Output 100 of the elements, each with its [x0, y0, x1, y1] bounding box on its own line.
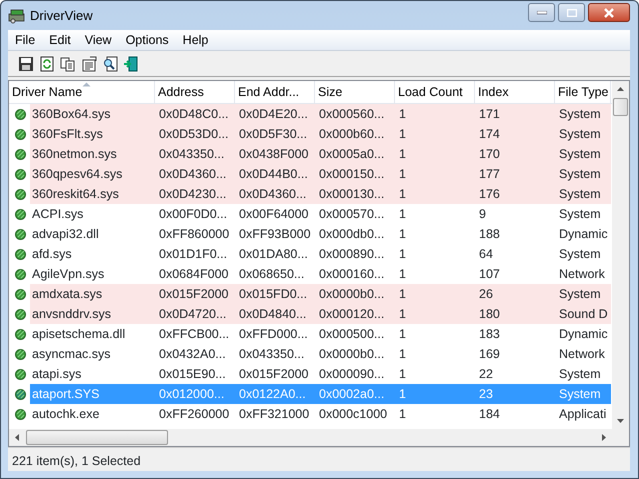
table-cell-text: 1	[398, 246, 407, 263]
minimize-icon	[536, 10, 546, 14]
table-cell-text: Network	[558, 266, 606, 283]
table-cell-text: System	[558, 246, 602, 263]
menu-item[interactable]: File	[8, 30, 42, 50]
table-cell-text: 0x000500...	[318, 326, 386, 343]
table-cell: 360netmon.sys	[30, 144, 155, 164]
table-cell-text: 0x000090...	[318, 366, 386, 383]
properties-icon[interactable]	[81, 56, 97, 72]
table-cell-text: 0x00F64000	[238, 206, 310, 223]
table-cell-text: 188	[478, 226, 501, 243]
table-cell: 0x0D4360...	[155, 164, 235, 184]
driver-icon	[15, 368, 26, 380]
menu-item[interactable]: Help	[176, 30, 216, 50]
table-cell-text: 1	[398, 326, 407, 343]
table-cell: 0x0D4230...	[155, 184, 235, 204]
table-cell: 360FsFlt.sys	[30, 124, 155, 144]
close-button[interactable]	[588, 3, 630, 22]
table-cell: 0x0438F000	[235, 144, 315, 164]
table-cell-text: 22	[478, 366, 494, 383]
table-cell-text: 0x000c1000	[318, 406, 388, 423]
table-cell: 0x000150...	[315, 164, 395, 184]
table-cell: System	[555, 164, 611, 184]
maximize-icon	[566, 8, 576, 16]
copy-icon[interactable]	[60, 56, 76, 72]
table-cell-text: Applicati	[558, 406, 608, 423]
driver-icon	[15, 228, 26, 240]
table-cell: 0x0D53D0...	[155, 124, 235, 144]
table-cell-text: 0x00F0D0...	[158, 206, 228, 223]
table-cell: 1	[395, 384, 475, 404]
menu-item[interactable]: Edit	[42, 30, 78, 50]
table-cell-text: 1	[398, 346, 407, 363]
table-cell: 1	[395, 124, 475, 144]
table-cell: 0x015F2000	[155, 284, 235, 304]
driver-icon	[15, 148, 26, 160]
table-cell-text: 0x015F2000	[238, 366, 310, 383]
driver-icon	[15, 288, 26, 300]
maximize-button[interactable]	[558, 3, 585, 22]
table-cell: 0x0D5F30...	[235, 124, 315, 144]
table-cell-text: 64	[478, 246, 494, 263]
sort-icon	[82, 82, 90, 87]
table-cell: 0x012000...	[155, 384, 235, 404]
table-cell-text: System	[558, 366, 602, 383]
save-icon[interactable]	[18, 56, 34, 72]
find-icon[interactable]	[102, 56, 118, 72]
close-icon	[603, 8, 615, 18]
driver-icon	[15, 168, 26, 180]
menu-item[interactable]: Options	[118, 30, 176, 50]
table-cell-text: 0x043350...	[238, 346, 306, 363]
table-cell: System	[555, 284, 611, 304]
menu-item[interactable]: View	[78, 30, 119, 50]
table-cell-text: 0x01DA80...	[238, 246, 309, 263]
table-cell-text: 0xFF860000	[158, 226, 230, 243]
table-cell-text: 0x068650...	[238, 266, 306, 283]
table-cell: 360Box64.sys	[30, 104, 155, 124]
table-cell: 0x043350...	[155, 144, 235, 164]
column-header[interactable]: Address	[155, 81, 235, 103]
table-cell: 23	[475, 384, 555, 404]
table-cell-text: 0x000570...	[318, 206, 386, 223]
table-cell: System	[555, 384, 611, 404]
table-cell-text: autochk.exe	[31, 406, 100, 423]
exit-icon[interactable]	[123, 56, 139, 72]
driver-icon	[15, 128, 26, 140]
table-cell: 1	[395, 284, 475, 304]
table-cell: 0x0D4E20...	[235, 104, 315, 124]
driver-icon	[15, 268, 26, 280]
table-cell-text: Dynamic	[558, 226, 609, 243]
status-text: 221 item(s), 1 Selected	[8, 447, 630, 471]
table-cell-text: 0xFFCB00...	[158, 326, 230, 343]
table-cell-text: 0xFF321000	[238, 406, 310, 423]
table-cell-text: 1	[398, 226, 407, 243]
scrollbar-thumb[interactable]	[613, 98, 628, 116]
table-cell-text: 0x000160...	[318, 266, 386, 283]
table-cell-text: 1	[398, 406, 407, 423]
table-cell-text: 0xFF93B000	[238, 226, 312, 243]
driver-icon	[15, 348, 26, 360]
table-cell: 174	[475, 124, 555, 144]
refresh-icon[interactable]	[39, 56, 55, 72]
table-cell-text: Network	[558, 346, 606, 363]
table-cell: 0x000120...	[315, 304, 395, 324]
table-cell-text: 1	[398, 266, 407, 283]
table-cell: System	[555, 144, 611, 164]
table-cell-text: AgileVpn.sys	[31, 266, 106, 283]
table-cell-text: 0xFF260000	[158, 406, 230, 423]
table-cell-text: 0x0684F000	[158, 266, 230, 283]
table-cell-text: asyncmac.sys	[31, 346, 112, 363]
driver-icon	[15, 388, 26, 400]
minimize-button[interactable]	[528, 3, 555, 22]
table-cell-text: 9	[478, 206, 487, 223]
scrollbar-thumb[interactable]	[26, 430, 168, 445]
table-cell: 0x0000b0...	[315, 284, 395, 304]
table-cell-text: 1	[398, 366, 407, 383]
table-cell: Sound D	[555, 304, 611, 324]
table-cell-text: 1	[398, 206, 407, 223]
driver-icon	[15, 328, 26, 340]
table-cell: 0x000b60...	[315, 124, 395, 144]
table-cell: System	[555, 104, 611, 124]
table-cell-text: ACPI.sys	[31, 206, 84, 223]
table-cell: System	[555, 124, 611, 144]
table-cell-text: atapi.sys	[31, 366, 82, 383]
